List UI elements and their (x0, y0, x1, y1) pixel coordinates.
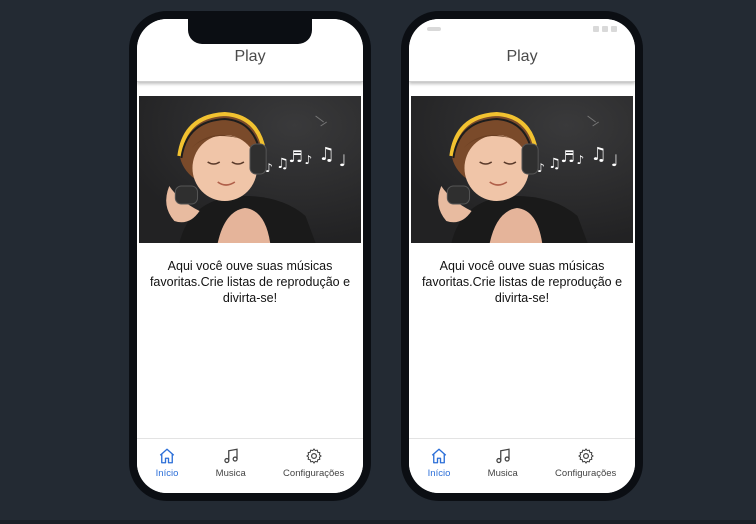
phone-screen: Play ♪ ♫ ♬ ♪ ♫ ♩ Aqui você ouve suas mús… (137, 19, 363, 493)
page-title: Play (234, 48, 266, 65)
hero-image: ♪ ♫ ♬ ♪ ♫ ♩ (139, 96, 361, 243)
music-note-icon (223, 448, 238, 464)
tab-label: Musica (215, 468, 246, 479)
svg-text:♫: ♫ (276, 156, 289, 172)
tab-label: Início (155, 468, 179, 479)
hero-image: ♪ ♫ ♬ ♪ ♫ ♩ (411, 96, 633, 243)
tab-musica[interactable]: Musica (216, 439, 246, 479)
svg-text:♫: ♫ (548, 156, 561, 172)
svg-text:♬: ♬ (288, 147, 302, 166)
status-bar-icons (593, 26, 617, 32)
svg-text:♬: ♬ (560, 147, 574, 166)
description-text: Aqui você ouve suas músicas favoritas.Cr… (149, 259, 351, 305)
svg-text:♩: ♩ (339, 151, 347, 170)
tab-bar: Início Musica Configurações (409, 438, 635, 493)
tab-label: Início (427, 468, 451, 479)
status-bar-indicator (427, 27, 441, 31)
tab-label: Configurações (555, 468, 617, 479)
tab-label: Configurações (283, 468, 345, 479)
svg-text:♪: ♪ (304, 153, 312, 167)
tab-configuracoes[interactable]: Configurações (555, 439, 616, 479)
page-title: Play (506, 48, 538, 65)
tab-inicio[interactable]: Início (155, 439, 179, 479)
gear-icon (306, 448, 322, 464)
phone-notch (188, 19, 312, 44)
svg-text:♫: ♫ (591, 144, 607, 165)
bottom-strip (0, 520, 756, 524)
phone-mockup-2: Play ♪ ♫ ♬ ♪ ♫ ♩ Aqui você ouve suas mús… (401, 11, 643, 501)
hero-image-container: ♪ ♫ ♬ ♪ ♫ ♩ (411, 96, 633, 243)
tab-label: Musica (487, 468, 518, 479)
hero-image-container: ♪ ♫ ♬ ♪ ♫ ♩ (139, 96, 361, 243)
music-note-icon (495, 448, 510, 464)
tab-musica[interactable]: Musica (488, 439, 518, 479)
phone-screen: Play ♪ ♫ ♬ ♪ ♫ ♩ Aqui você ouve suas mús… (409, 19, 635, 493)
svg-text:♫: ♫ (319, 144, 335, 165)
svg-text:♪: ♪ (576, 153, 584, 167)
gear-icon (578, 448, 594, 464)
svg-text:♪: ♪ (537, 161, 545, 175)
home-icon (431, 448, 447, 464)
phone-mockup-1: Play ♪ ♫ ♬ ♪ ♫ ♩ Aqui você ouve suas mús… (129, 11, 371, 501)
home-icon (159, 448, 175, 464)
tab-bar: Início Musica Configurações (137, 438, 363, 493)
svg-text:♩: ♩ (611, 151, 619, 170)
tab-inicio[interactable]: Início (427, 439, 451, 479)
description-text: Aqui você ouve suas músicas favoritas.Cr… (421, 259, 623, 305)
tab-configuracoes[interactable]: Configurações (283, 439, 344, 479)
svg-text:♪: ♪ (265, 161, 273, 175)
